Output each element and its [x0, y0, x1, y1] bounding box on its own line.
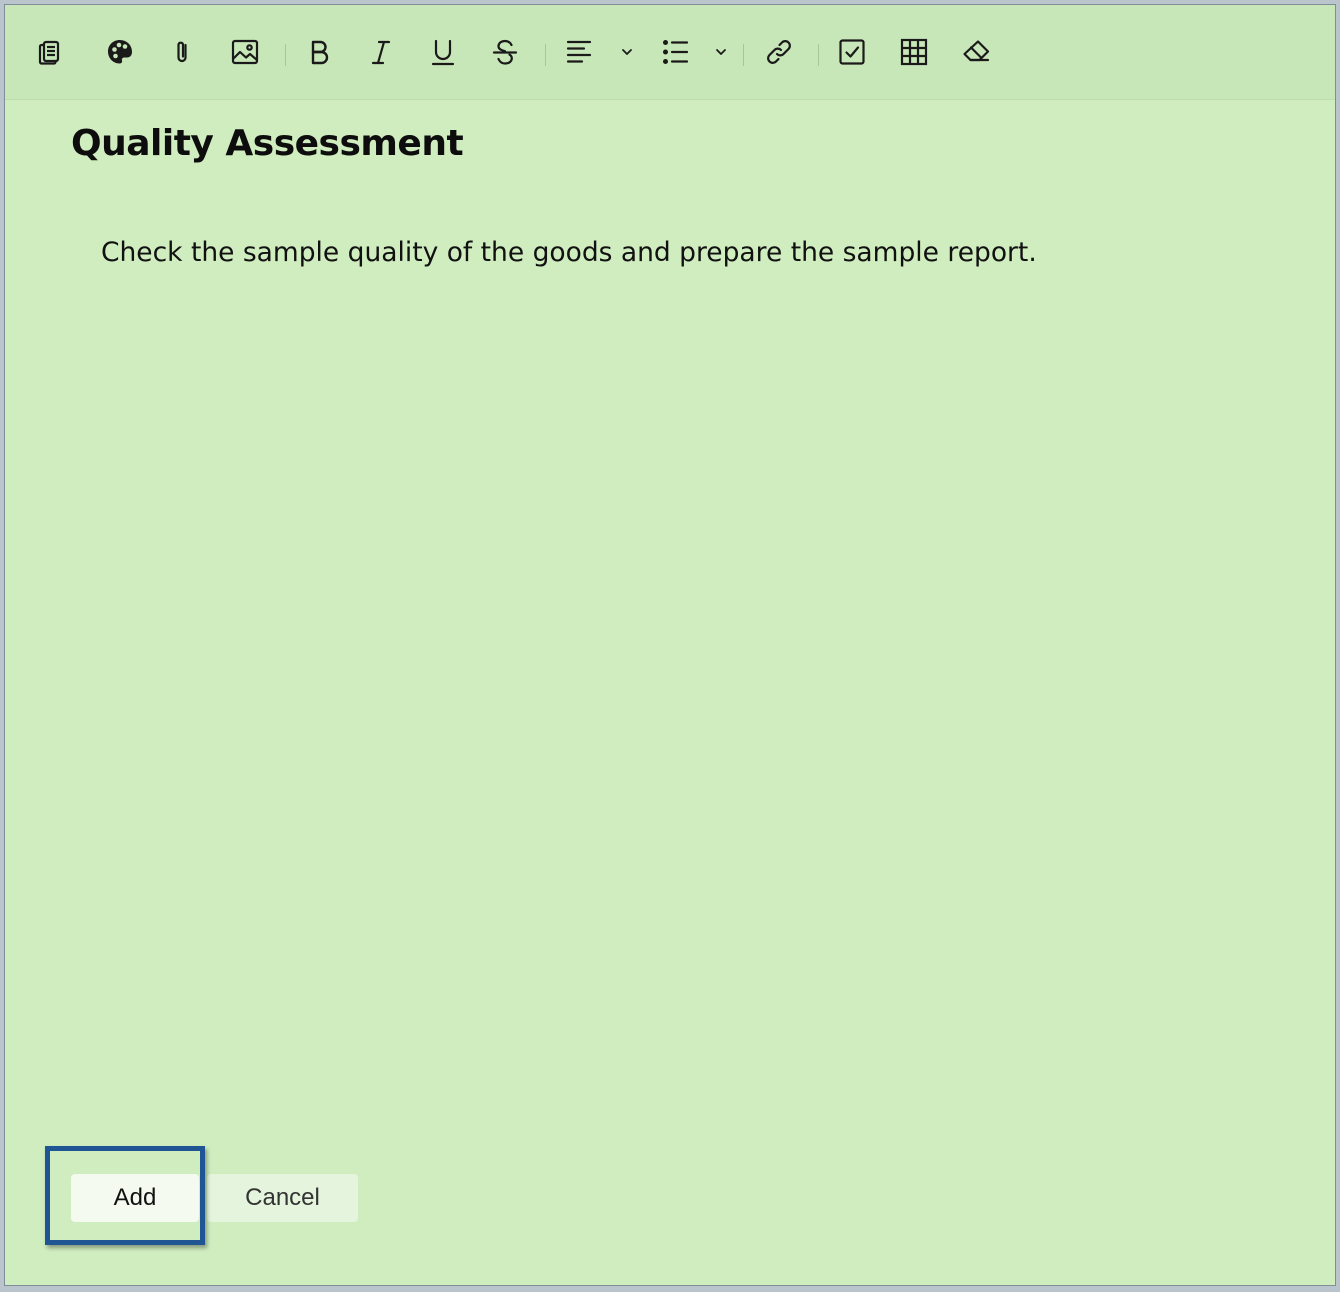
align-dropdown-chevron-icon[interactable]: [618, 43, 636, 61]
bold-icon[interactable]: [301, 34, 337, 70]
notes-icon[interactable]: [32, 34, 68, 70]
checkbox-icon[interactable]: [834, 34, 870, 70]
formatting-toolbar: [5, 5, 1335, 100]
strikethrough-icon[interactable]: [487, 34, 523, 70]
link-icon[interactable]: [761, 34, 797, 70]
toolbar-separator: [285, 44, 286, 66]
list-dropdown-chevron-icon[interactable]: [712, 43, 730, 61]
toolbar-separator: [545, 44, 546, 66]
add-button[interactable]: Add: [71, 1174, 199, 1222]
align-left-icon[interactable]: [561, 34, 597, 70]
palette-icon[interactable]: [102, 34, 138, 70]
table-icon[interactable]: [896, 34, 932, 70]
image-icon[interactable]: [227, 34, 263, 70]
note-title[interactable]: Quality Assessment: [71, 123, 464, 164]
cancel-button[interactable]: Cancel: [207, 1174, 358, 1222]
toolbar-separator: [743, 44, 744, 66]
note-body-text[interactable]: Check the sample quality of the goods an…: [101, 237, 1037, 268]
paperclip-icon[interactable]: [165, 34, 201, 70]
italic-icon[interactable]: [363, 34, 399, 70]
note-editor-window: Quality Assessment Check the sample qual…: [4, 4, 1336, 1286]
bulleted-list-icon[interactable]: [657, 34, 693, 70]
underline-icon[interactable]: [425, 34, 461, 70]
toolbar-separator: [818, 44, 819, 66]
eraser-icon[interactable]: [958, 34, 994, 70]
